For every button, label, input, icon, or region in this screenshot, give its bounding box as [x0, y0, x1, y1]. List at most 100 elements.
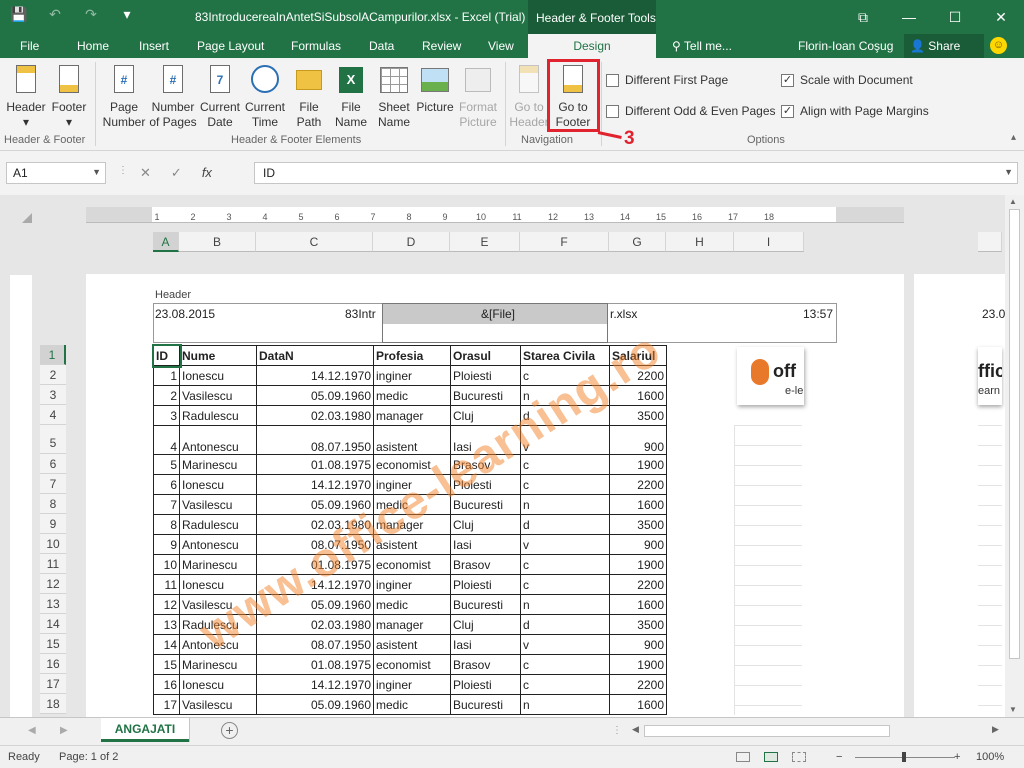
table-cell[interactable]: Marinescu [179, 454, 257, 475]
table-cell[interactable]: medic [373, 694, 451, 715]
cancel-icon[interactable]: ✕ [140, 162, 151, 184]
row-header-10[interactable]: 10 [40, 534, 66, 554]
row-header-12[interactable]: 12 [40, 574, 66, 594]
table-cell[interactable]: 900 [609, 534, 667, 555]
sheet-tab-angajati[interactable]: ANGAJATI [101, 718, 189, 742]
table-cell[interactable]: 17 [153, 694, 180, 715]
user-name[interactable]: Florin-Ioan Coşug [798, 39, 893, 53]
table-cell[interactable]: 13 [153, 614, 180, 635]
table-cell[interactable]: 02.03.1980 [256, 405, 374, 426]
row-header-15[interactable]: 15 [40, 634, 66, 654]
table-cell[interactable]: 900 [609, 425, 667, 455]
column-header-b[interactable]: B [179, 232, 256, 252]
table-cell[interactable]: d [520, 514, 610, 535]
table-cell[interactable]: n [520, 494, 610, 515]
table-cell[interactable]: Bucuresti [450, 385, 521, 406]
table-cell[interactable]: n [520, 594, 610, 615]
table-cell[interactable]: Vasilescu [179, 494, 257, 515]
table-cell[interactable]: 1600 [609, 494, 667, 515]
feedback-smiley-icon[interactable]: ☺ [990, 37, 1007, 54]
table-cell[interactable]: Ploiesti [450, 574, 521, 595]
table-cell[interactable]: manager [373, 405, 451, 426]
row-header-2[interactable]: 2 [40, 365, 66, 385]
scrollbar-thumb[interactable] [1009, 209, 1020, 659]
zoom-level[interactable]: 100% [976, 751, 1004, 763]
zoom-in-button[interactable]: + [954, 751, 960, 763]
table-cell[interactable]: Bucuresti [450, 694, 521, 715]
table-cell[interactable]: 9 [153, 534, 180, 555]
table-cell[interactable]: Antonescu [179, 425, 257, 455]
table-cell[interactable]: Antonescu [179, 534, 257, 555]
table-cell[interactable]: 1600 [609, 694, 667, 715]
table-cell[interactable]: 2200 [609, 574, 667, 595]
table-cell[interactable]: medic [373, 594, 451, 615]
table-cell[interactable]: economist [373, 554, 451, 575]
table-cell[interactable]: n [520, 694, 610, 715]
table-cell[interactable]: 12 [153, 594, 180, 615]
scale-with-document-checkbox[interactable]: ✓ Scale with Document [781, 73, 913, 87]
tab-insert[interactable]: Insert [139, 39, 169, 53]
redo-icon[interactable]: ↷ [80, 6, 102, 23]
table-cell[interactable]: Cluj [450, 614, 521, 635]
table-cell[interactable]: Vasilescu [179, 694, 257, 715]
table-cell[interactable]: Ionescu [179, 474, 257, 495]
table-cell[interactable]: 1900 [609, 454, 667, 475]
table-cell[interactable]: inginer [373, 674, 451, 695]
table-cell[interactable]: 3500 [609, 514, 667, 535]
page-number-button[interactable]: # Page Number [101, 64, 147, 130]
sheet-name-button[interactable]: Sheet Name [375, 64, 413, 130]
table-cell[interactable]: 3500 [609, 614, 667, 635]
zoom-slider-knob[interactable] [902, 752, 906, 762]
table-cell[interactable]: 14 [153, 634, 180, 655]
table-cell[interactable]: Bucuresti [450, 594, 521, 615]
table-cell[interactable]: 10 [153, 554, 180, 575]
column-header-d[interactable]: D [373, 232, 450, 252]
tab-home[interactable]: Home [77, 39, 109, 53]
table-cell[interactable]: 05.09.1960 [256, 385, 374, 406]
table-cell[interactable]: v [520, 534, 610, 555]
minimize-button[interactable]: — [886, 0, 932, 34]
formula-input[interactable]: ID ▼ [254, 162, 1018, 184]
table-cell[interactable]: 14.12.1970 [256, 674, 374, 695]
header-right-section[interactable]: 13:57 [803, 307, 833, 321]
table-cell[interactable]: Ionescu [179, 365, 257, 386]
different-odd-even-checkbox[interactable]: Different Odd & Even Pages [606, 104, 776, 118]
table-cell[interactable]: Cluj [450, 514, 521, 535]
tab-review[interactable]: Review [422, 39, 461, 53]
column-header-e[interactable]: E [450, 232, 520, 252]
table-cell[interactable]: 5 [153, 454, 180, 475]
table-cell[interactable]: 08.07.1950 [256, 634, 374, 655]
tab-design[interactable]: Design [528, 34, 656, 58]
row-header-6[interactable]: 6 [40, 454, 66, 474]
table-cell[interactable]: 01.08.1975 [256, 654, 374, 675]
table-cell[interactable]: Ploiesti [450, 365, 521, 386]
table-cell[interactable]: 11 [153, 574, 180, 595]
row-header-7[interactable]: 7 [40, 474, 66, 494]
table-cell[interactable]: 1600 [609, 594, 667, 615]
different-first-page-checkbox[interactable]: Different First Page [606, 73, 728, 87]
table-cell[interactable]: 6 [153, 474, 180, 495]
table-cell[interactable]: Ploiesti [450, 674, 521, 695]
page-break-view-icon[interactable] [792, 752, 806, 762]
row-header-18[interactable]: 18 [40, 694, 66, 714]
table-cell[interactable]: 3 [153, 405, 180, 426]
normal-view-icon[interactable] [736, 752, 750, 762]
table-cell[interactable]: asistent [373, 425, 451, 455]
header-left-section[interactable]: 23.08.2015 [155, 307, 215, 321]
row-header-13[interactable]: 13 [40, 594, 66, 614]
tab-view[interactable]: View [488, 39, 514, 53]
scrollbar-thumb[interactable] [644, 725, 890, 737]
table-cell[interactable]: 16 [153, 674, 180, 695]
save-icon[interactable]: 💾 [8, 6, 30, 23]
column-header-a[interactable]: A [153, 232, 179, 252]
table-cell[interactable]: c [520, 574, 610, 595]
table-cell[interactable]: c [520, 554, 610, 575]
table-cell[interactable]: 1900 [609, 554, 667, 575]
close-button[interactable]: ✕ [978, 0, 1024, 34]
prev-sheet-icon[interactable]: ◀ [28, 725, 36, 736]
table-cell[interactable]: manager [373, 614, 451, 635]
tab-formulas[interactable]: Formulas [291, 39, 341, 53]
column-header-i[interactable]: I [734, 232, 804, 252]
vertical-scrollbar[interactable]: ▲ ▼ [1005, 195, 1024, 717]
chevron-down-icon[interactable]: ▼ [1004, 167, 1013, 177]
